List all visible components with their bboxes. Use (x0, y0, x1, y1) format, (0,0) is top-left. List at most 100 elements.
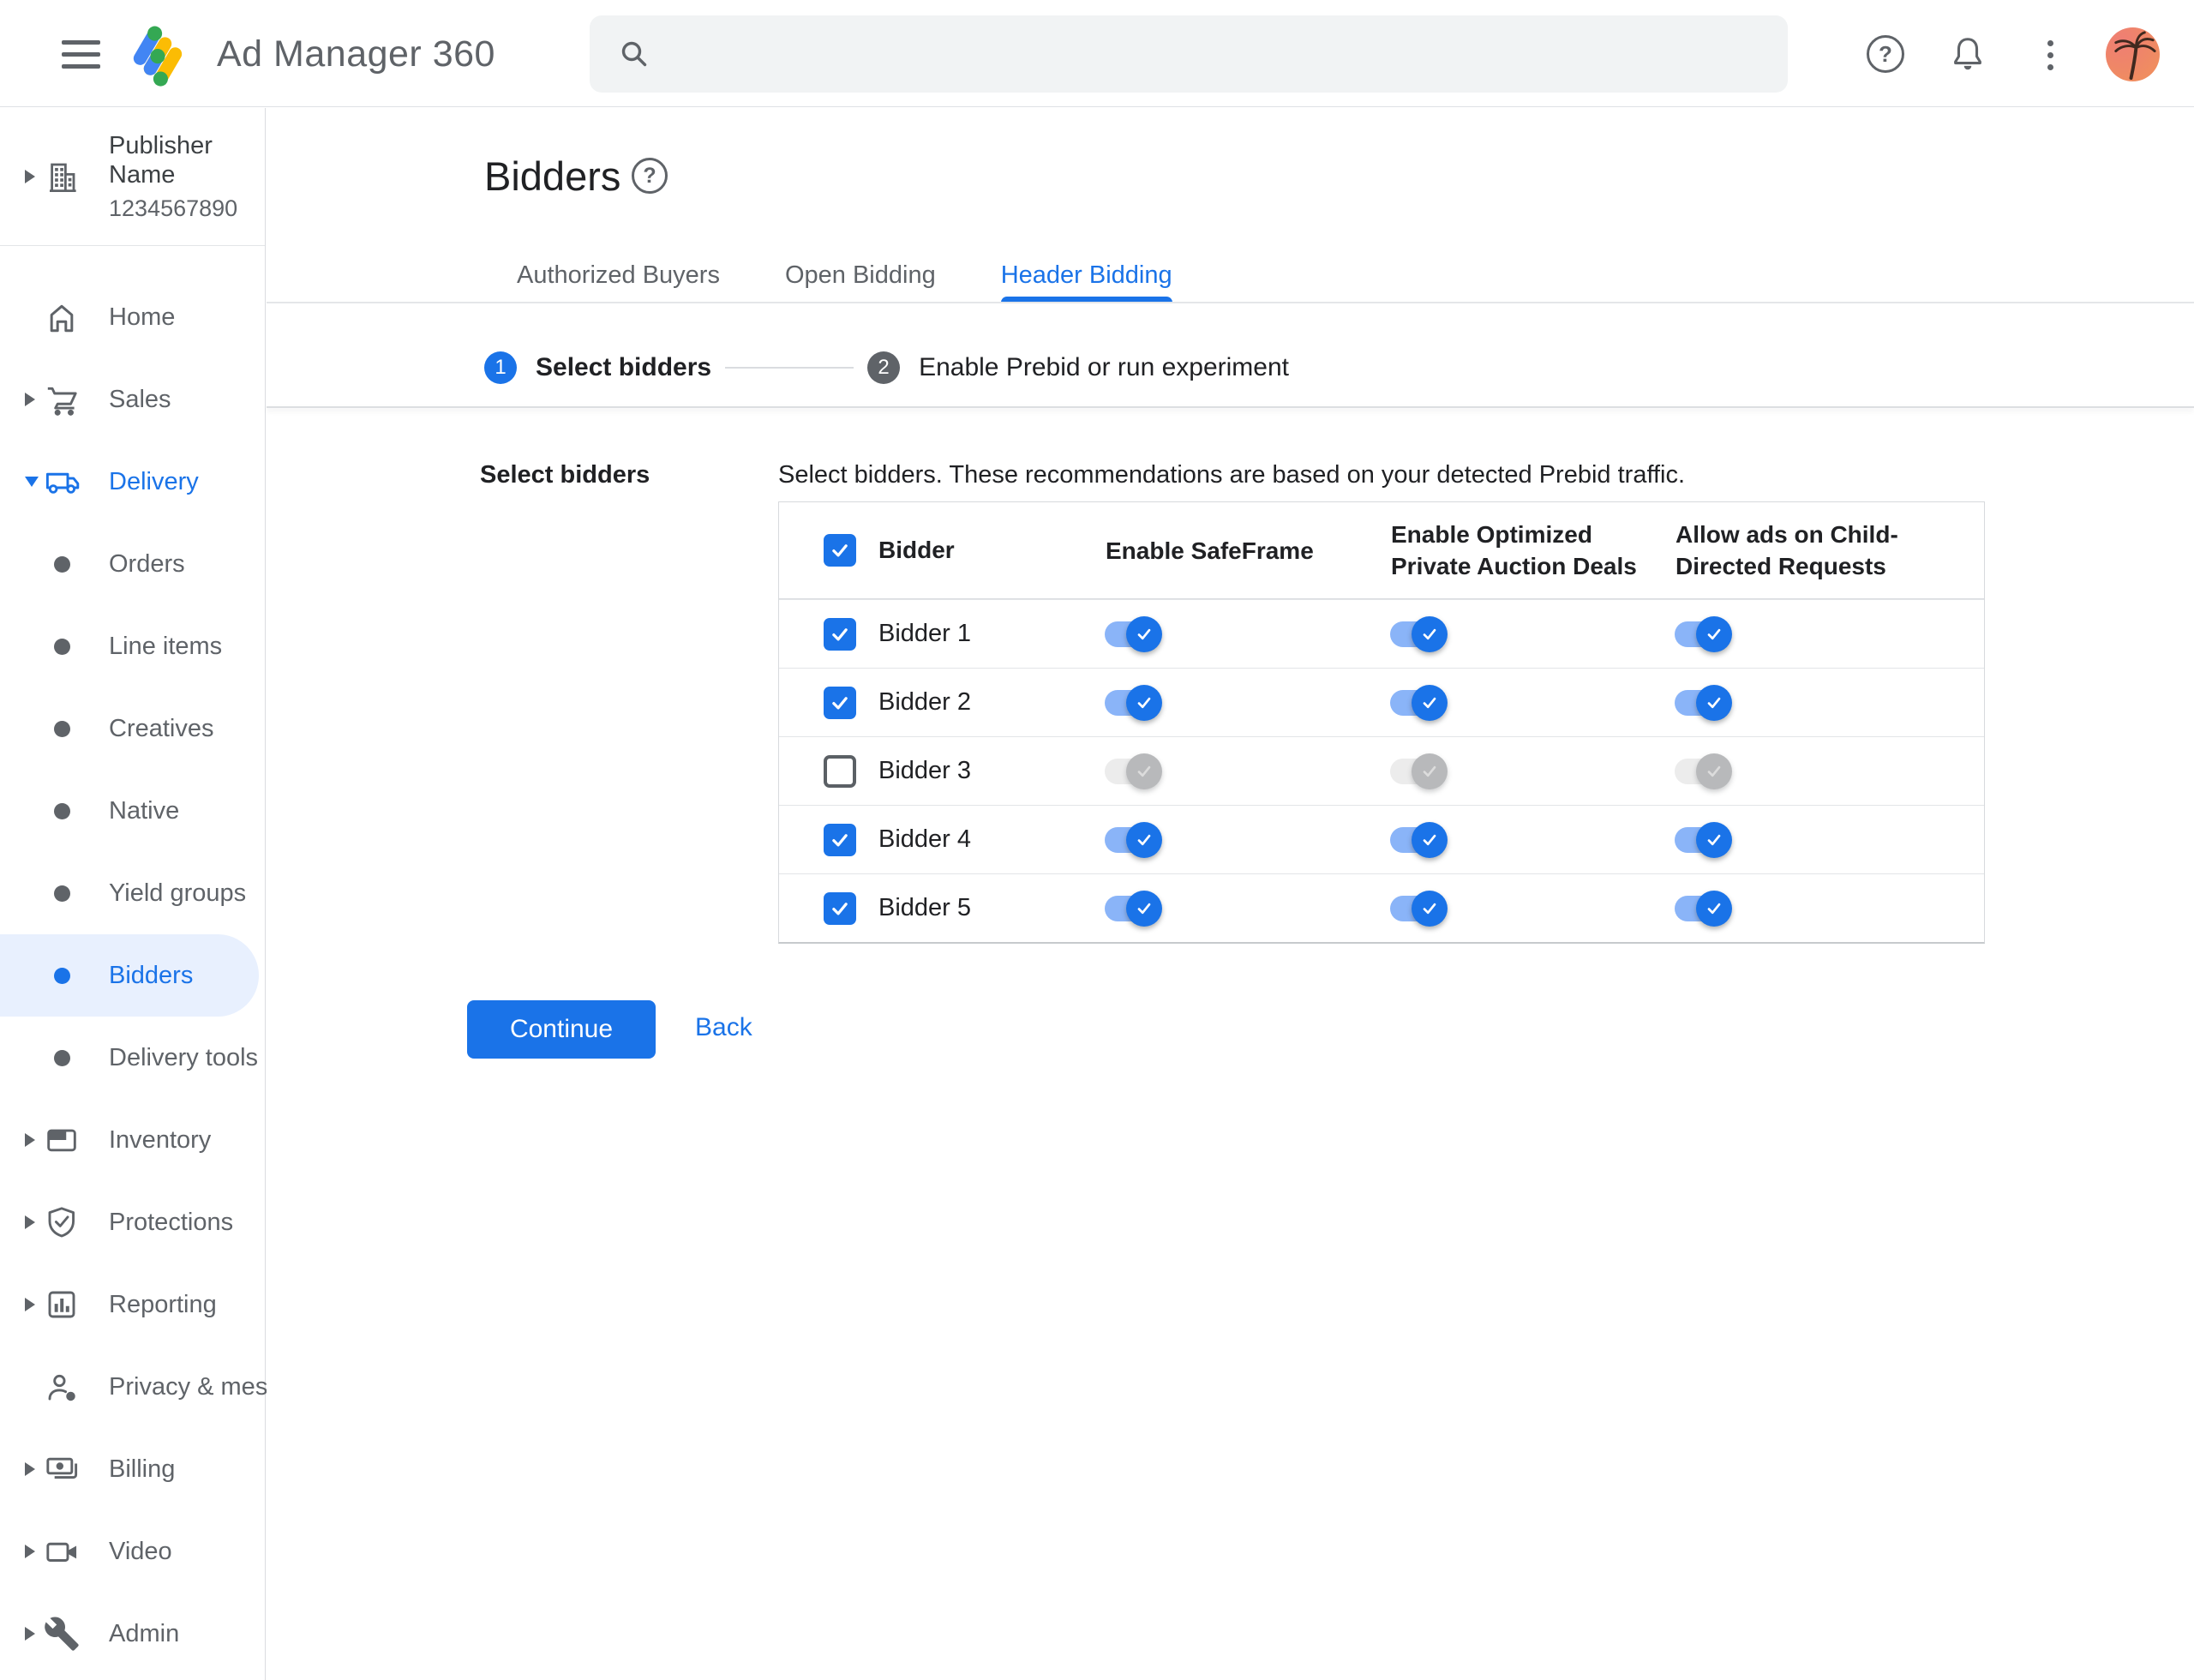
optimized-deals-toggle[interactable] (1390, 821, 1448, 858)
sidebar-item-bidders[interactable]: Bidders (0, 934, 259, 1017)
expand-right-icon (25, 1215, 35, 1229)
col-header-optimized-deals: Enable Optimized Private Auction Deals (1391, 521, 1637, 579)
bidder-name: Bidder 2 (878, 688, 972, 716)
sidebar-item-video[interactable]: Video (0, 1510, 265, 1593)
sidebar-item-protections[interactable]: Protections (0, 1181, 265, 1263)
row-checkbox[interactable] (824, 754, 856, 788)
search-input[interactable] (672, 28, 1788, 80)
shield-check-icon (44, 1204, 80, 1240)
row-checkbox[interactable] (824, 686, 856, 719)
search-bar[interactable] (590, 15, 1788, 93)
publisher-network-id: 1234567890 (109, 195, 238, 222)
bidder-name: Bidder 3 (878, 757, 972, 784)
tab-bar: Authorized Buyers Open Bidding Header Bi… (484, 249, 1205, 303)
safeframe-toggle[interactable] (1105, 684, 1162, 721)
wrench-icon (44, 1616, 80, 1652)
sidebar-item-native[interactable]: Native (0, 770, 265, 852)
optimized-deals-toggle[interactable] (1390, 890, 1448, 927)
safeframe-toggle[interactable] (1105, 890, 1162, 927)
safeframe-toggle (1105, 753, 1162, 789)
safeframe-toggle[interactable] (1105, 821, 1162, 858)
table-row: Bidder 5 (779, 873, 1984, 942)
step-1-label: Select bidders (536, 352, 712, 381)
sidebar: Publisher Name 1234567890 Home Sales Del… (0, 108, 341, 1680)
overflow-menu-icon[interactable] (2041, 36, 2059, 74)
page-title: Bidders (484, 153, 621, 199)
table-row: Bidder 3 (779, 736, 1984, 805)
expand-right-icon (25, 1627, 35, 1641)
sidebar-item-admin[interactable]: Admin (0, 1593, 265, 1675)
ad-manager-logo-icon (124, 19, 191, 89)
sidebar-item-line-items[interactable]: Line items (0, 605, 265, 687)
expand-right-icon (25, 1545, 35, 1558)
menu-icon[interactable] (62, 40, 100, 69)
publisher-name: Publisher Name (109, 131, 213, 189)
expand-right-icon (25, 1298, 35, 1311)
safeframe-toggle[interactable] (1105, 615, 1162, 652)
bullet-icon (44, 720, 80, 737)
col-header-safeframe: Enable SafeFrame (1106, 537, 1314, 564)
notifications-bell-icon[interactable] (1948, 34, 1987, 74)
truck-icon (44, 464, 80, 500)
child-directed-toggle[interactable] (1675, 890, 1732, 927)
sidebar-item-billing[interactable]: Billing (0, 1428, 265, 1510)
tab-authorized-buyers[interactable]: Authorized Buyers (484, 249, 752, 303)
sidebar-item-delivery-tools[interactable]: Delivery tools (0, 1017, 265, 1099)
tab-open-bidding[interactable]: Open Bidding (752, 249, 968, 303)
bullet-icon (44, 802, 80, 819)
sidebar-item-yield-groups[interactable]: Yield groups (0, 852, 265, 934)
tab-header-bidding[interactable]: Header Bidding (968, 249, 1205, 303)
step-2-badge: 2 (867, 351, 901, 384)
child-directed-toggle (1675, 753, 1732, 789)
tabs-divider (267, 302, 2194, 303)
expand-right-icon (25, 1462, 35, 1476)
back-link[interactable]: Back (695, 1013, 752, 1042)
expand-right-icon (25, 1133, 35, 1147)
sidebar-item-privacy-messaging[interactable]: Privacy & messaging (0, 1346, 341, 1428)
sidebar-item-sales[interactable]: Sales (0, 358, 265, 441)
section-label: Select bidders (480, 461, 650, 489)
sidebar-nav: Home Sales Delivery Orders Line items Cr… (0, 246, 341, 1675)
expand-right-icon (25, 170, 35, 183)
page-help-icon[interactable]: ? (632, 158, 668, 194)
child-directed-toggle[interactable] (1675, 684, 1732, 721)
account-avatar[interactable] (2106, 27, 2160, 81)
select-all-checkbox[interactable] (824, 534, 856, 567)
child-directed-toggle[interactable] (1675, 821, 1732, 858)
wizard-stepper: 1 Select bidders 2 Enable Prebid or run … (484, 327, 1289, 408)
help-icon[interactable]: ? (1867, 35, 1904, 73)
main-content: Bidders ? Authorized Buyers Open Bidding… (267, 108, 2194, 1680)
payments-icon (44, 1451, 80, 1487)
bidder-name: Bidder 1 (878, 620, 972, 647)
cart-icon (44, 381, 80, 417)
sidebar-item-orders[interactable]: Orders (0, 523, 265, 605)
bullet-icon (44, 967, 80, 984)
step-connector (725, 366, 854, 369)
sidebar-item-delivery[interactable]: Delivery (0, 441, 265, 523)
col-header-child-directed: Allow ads on Child- Directed Requests (1675, 521, 1898, 579)
sidebar-item-creatives[interactable]: Creatives (0, 687, 265, 770)
row-checkbox[interactable] (824, 617, 856, 651)
top-app-bar: Ad Manager 360 ? (0, 0, 2194, 107)
optimized-deals-toggle[interactable] (1390, 684, 1448, 721)
table-row: Bidder 1 (779, 599, 1984, 668)
step-2-label: Enable Prebid or run experiment (919, 352, 1289, 381)
table-row: Bidder 4 (779, 805, 1984, 873)
optimized-deals-toggle[interactable] (1390, 615, 1448, 652)
sidebar-item-home[interactable]: Home (0, 276, 265, 358)
bullet-icon (44, 1049, 80, 1066)
sidebar-item-inventory[interactable]: Inventory (0, 1099, 265, 1181)
section-description: Select bidders. These recommendations ar… (778, 461, 1686, 489)
bullet-icon (44, 885, 80, 902)
col-header-bidder: Bidder (878, 537, 955, 563)
row-checkbox[interactable] (824, 823, 856, 856)
bullet-icon (44, 555, 80, 573)
publisher-account-switcher[interactable]: Publisher Name 1234567890 (0, 108, 265, 246)
expand-right-icon (25, 393, 35, 406)
child-directed-toggle[interactable] (1675, 615, 1732, 652)
bar-chart-icon (44, 1287, 80, 1323)
continue-button[interactable]: Continue (467, 1000, 656, 1059)
stepper-divider (267, 406, 2194, 408)
sidebar-item-reporting[interactable]: Reporting (0, 1263, 265, 1346)
row-checkbox[interactable] (824, 891, 856, 925)
